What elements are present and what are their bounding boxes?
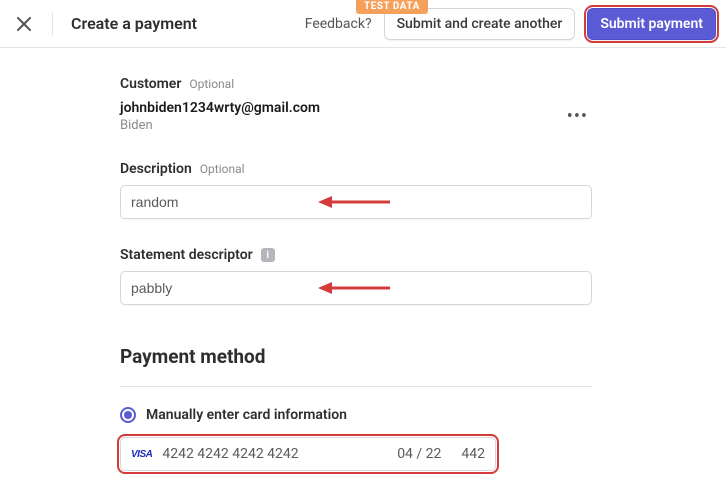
form-content: Customer Optional johnbiden1234wrty@gmai…: [0, 48, 726, 471]
customer-label: Customer: [120, 76, 181, 92]
divider: [52, 12, 53, 36]
customer-label-row: Customer Optional: [120, 76, 726, 92]
manual-card-radio-row[interactable]: Manually enter card information: [120, 407, 726, 423]
feedback-link[interactable]: Feedback?: [305, 16, 372, 32]
page-title: Create a payment: [71, 14, 197, 33]
card-number: 4242 4242 4242 4242: [162, 446, 298, 462]
card-cvc: 442: [461, 446, 485, 462]
statement-label: Statement descriptor: [120, 247, 253, 263]
customer-optional: Optional: [189, 77, 234, 91]
description-label-row: Description Optional: [120, 161, 726, 177]
more-icon[interactable]: •••: [563, 102, 592, 131]
customer-email: johnbiden1234wrty@gmail.com: [120, 100, 320, 116]
description-optional: Optional: [200, 162, 245, 176]
card-expiry: 04 / 22: [397, 446, 441, 462]
header-bar: Create a payment TEST DATA Feedback? Sub…: [0, 0, 726, 48]
card-input[interactable]: VISA 4242 4242 4242 4242 04 / 22 442: [120, 437, 496, 471]
statement-input[interactable]: [120, 271, 592, 305]
description-input[interactable]: [120, 185, 592, 219]
visa-icon: VISA: [131, 449, 152, 460]
payment-method-title: Payment method: [120, 345, 726, 368]
radio-selected-icon[interactable]: [120, 407, 136, 423]
description-label: Description: [120, 161, 192, 177]
customer-row: johnbiden1234wrty@gmail.com Biden •••: [120, 100, 592, 133]
test-data-badge: TEST DATA: [356, 0, 428, 14]
info-icon[interactable]: i: [261, 248, 275, 262]
manual-card-label: Manually enter card information: [146, 407, 347, 423]
close-icon[interactable]: [10, 10, 38, 38]
statement-label-row: Statement descriptor i: [120, 247, 726, 263]
submit-payment-button[interactable]: Submit payment: [587, 8, 716, 40]
customer-name: Biden: [120, 118, 320, 133]
divider: [120, 386, 592, 387]
